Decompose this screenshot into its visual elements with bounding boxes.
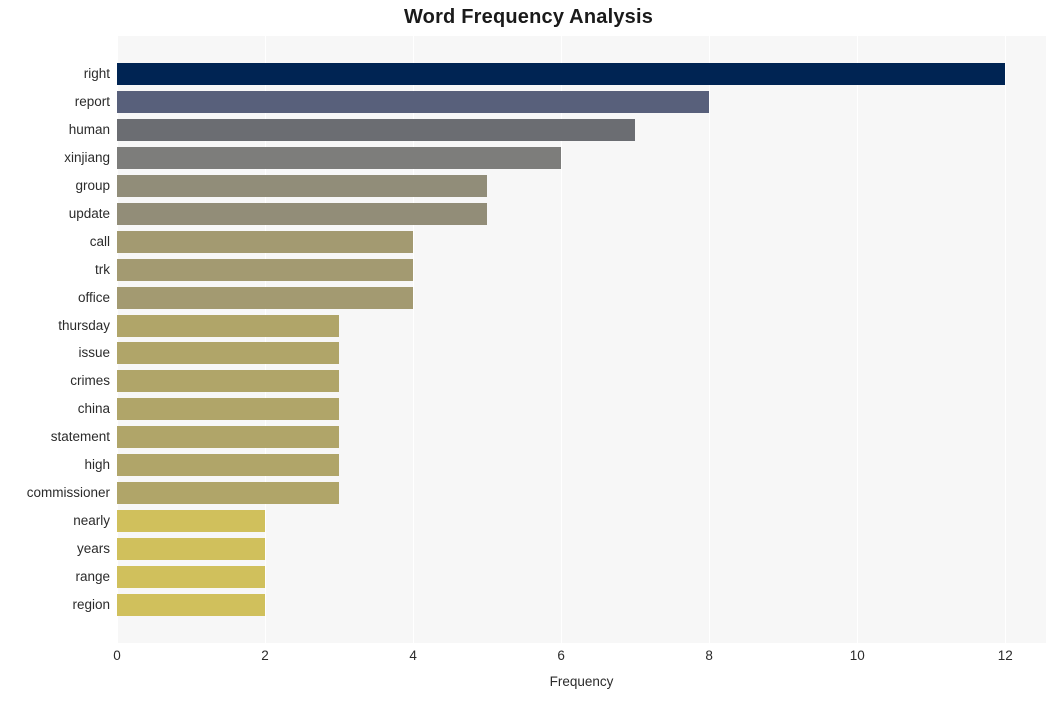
bar[interactable] xyxy=(117,118,636,141)
x-axis-tick-label: 4 xyxy=(409,648,417,663)
x-axis-tick-label: 2 xyxy=(261,648,269,663)
y-axis-tick-label: report xyxy=(74,93,110,109)
y-axis-tick-label: commissioner xyxy=(26,485,110,501)
y-axis-tick-labels: right report human xinjiang group update call t… xyxy=(0,36,110,643)
x-axis-tick-label: 0 xyxy=(113,648,121,663)
bar[interactable] xyxy=(117,398,340,421)
bar[interactable] xyxy=(117,566,266,589)
bars-layer xyxy=(117,36,1046,643)
bar[interactable] xyxy=(117,594,266,617)
bar[interactable] xyxy=(117,454,340,477)
bar[interactable] xyxy=(117,370,340,393)
bar[interactable] xyxy=(117,90,710,113)
y-axis-tick-label: thursday xyxy=(58,317,110,333)
y-axis-tick-label: issue xyxy=(78,345,110,361)
y-axis-tick-label: crimes xyxy=(70,373,110,389)
y-axis-tick-label: call xyxy=(89,233,110,249)
y-axis-tick-label: trk xyxy=(95,261,110,277)
bar[interactable] xyxy=(117,202,488,225)
y-axis-tick-label: update xyxy=(68,205,110,221)
chart-title: Word Frequency Analysis xyxy=(403,6,654,28)
bar[interactable] xyxy=(117,146,562,169)
bar[interactable] xyxy=(117,258,414,281)
bar[interactable] xyxy=(117,510,266,533)
x-axis-tick-labels: 0 2 4 6 8 10 12 xyxy=(113,648,1046,670)
y-axis-tick-label: group xyxy=(75,177,110,193)
y-axis-tick-label: xinjiang xyxy=(64,149,110,165)
y-axis-tick-label: statement xyxy=(50,429,110,445)
bar[interactable] xyxy=(117,62,1006,85)
y-axis-tick-label: right xyxy=(83,65,110,81)
bar[interactable] xyxy=(117,482,340,505)
plot-area xyxy=(117,36,1046,643)
x-axis-tick-label: 10 xyxy=(849,648,865,663)
bar[interactable] xyxy=(117,342,340,365)
bar[interactable] xyxy=(117,286,414,309)
bar[interactable] xyxy=(117,314,340,337)
bar[interactable] xyxy=(117,426,340,449)
y-axis-tick-label: high xyxy=(84,457,110,473)
x-axis-tick-label: 6 xyxy=(557,648,565,663)
y-axis-tick-label: region xyxy=(72,597,110,613)
bar[interactable] xyxy=(117,174,488,197)
x-axis-tick-label: 12 xyxy=(997,648,1013,663)
y-axis-tick-label: range xyxy=(75,569,110,585)
x-axis-title: Frequency xyxy=(549,674,614,689)
y-axis-tick-label: years xyxy=(76,541,110,557)
y-axis-tick-label: china xyxy=(77,401,110,417)
word-frequency-chart: Word Frequency Analysis right report human… xyxy=(0,0,1057,701)
bar[interactable] xyxy=(117,230,414,253)
y-axis-tick-label: nearly xyxy=(73,513,110,529)
x-axis-tick-label: 8 xyxy=(705,648,713,663)
y-axis-tick-label: human xyxy=(68,121,110,137)
y-axis-tick-label: office xyxy=(77,289,110,305)
bar[interactable] xyxy=(117,538,266,561)
